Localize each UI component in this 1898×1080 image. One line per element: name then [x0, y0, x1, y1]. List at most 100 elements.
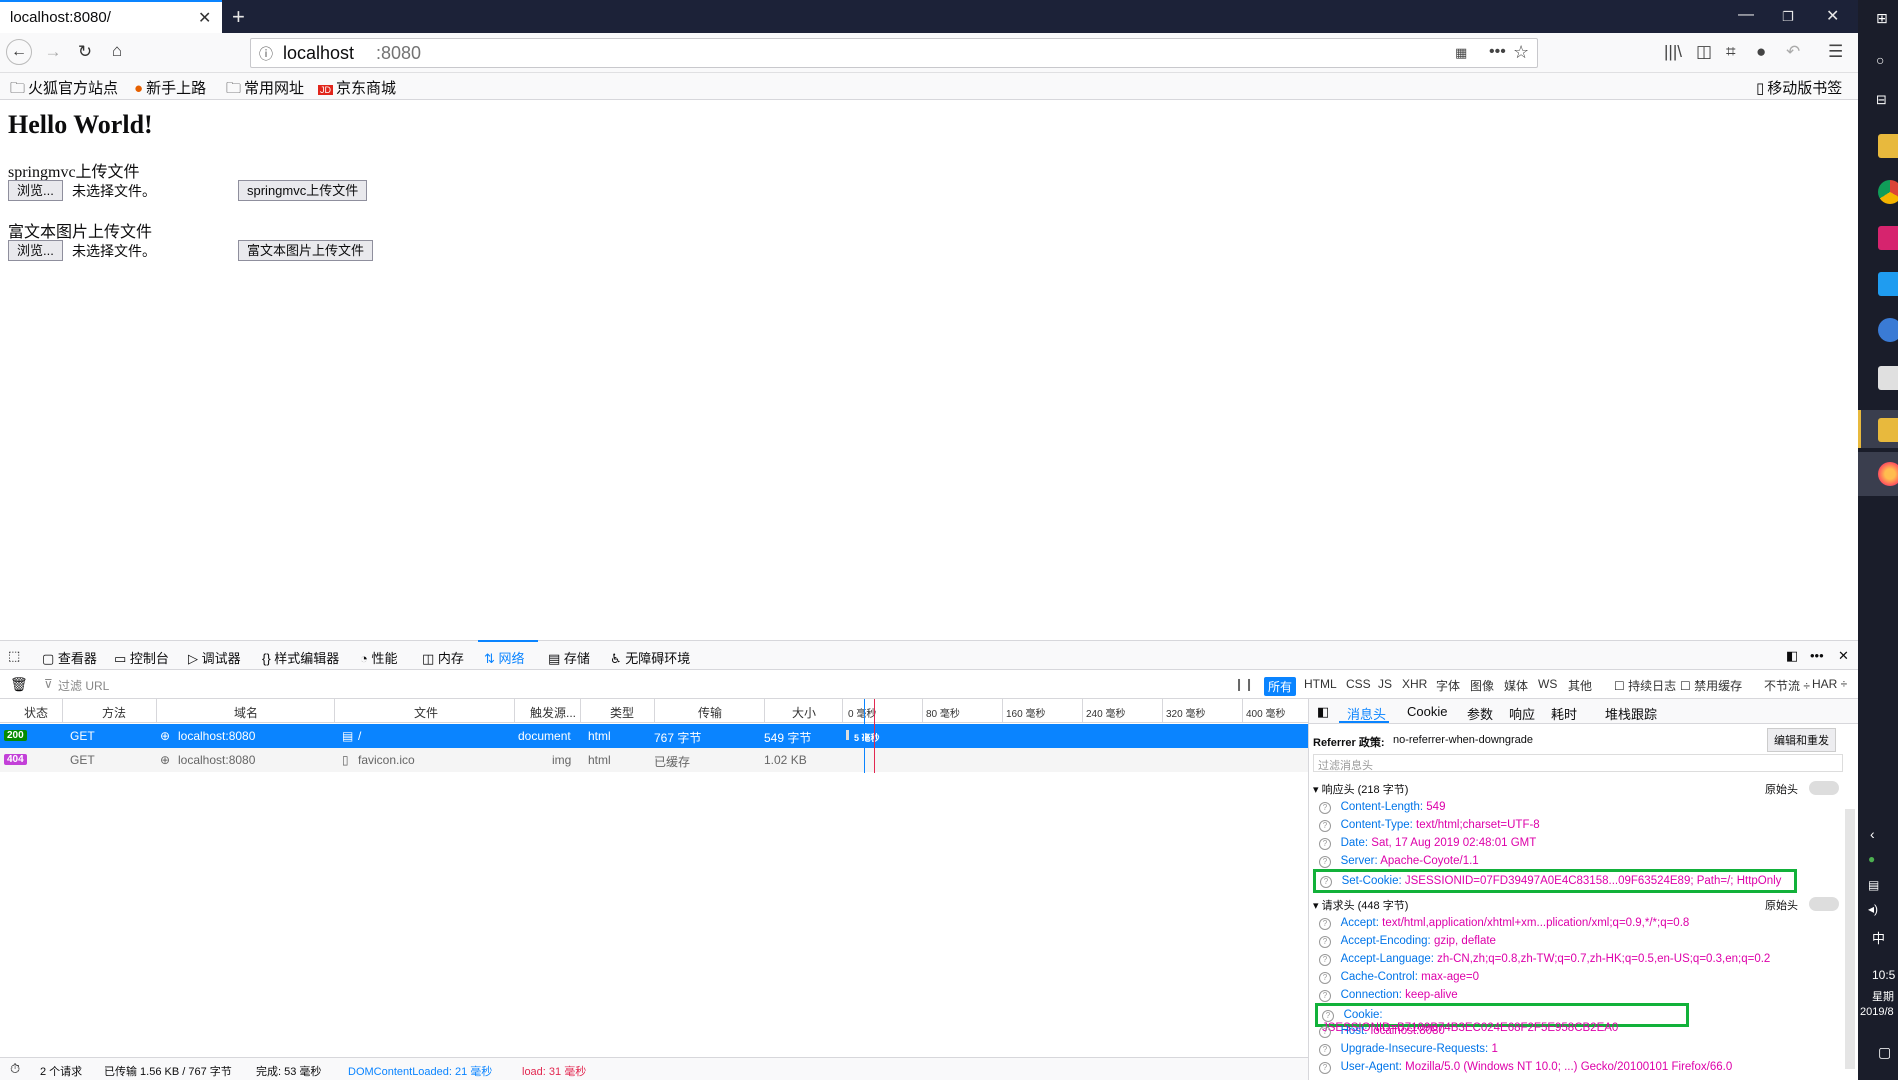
windows-start-icon[interactable]: ⊞: [1876, 10, 1888, 27]
tab-inspector[interactable]: ▢ 查看器: [42, 648, 97, 667]
mobile-bookmarks[interactable]: ▯ 移动版书签: [1756, 77, 1842, 98]
sidebar-icon[interactable]: ◫: [1696, 42, 1712, 62]
vscode-icon[interactable]: [1878, 272, 1898, 296]
help-icon[interactable]: ?: [1319, 936, 1331, 948]
response-headers-section[interactable]: ▾ 响应头 (218 字节): [1313, 781, 1408, 797]
filter-fonts[interactable]: 字体: [1436, 677, 1460, 694]
back-icon[interactable]: ←: [6, 39, 32, 65]
details-scrollbar[interactable]: [1845, 809, 1855, 1069]
close-window-icon[interactable]: ✕: [1826, 6, 1839, 26]
info-icon[interactable]: ⓘ: [259, 44, 273, 64]
request-row[interactable]: 200 GET ⊕ localhost:8080 ▤ / document ht…: [0, 724, 1308, 748]
col-domain[interactable]: 域名: [234, 704, 258, 721]
home-icon[interactable]: ⌂: [104, 41, 130, 61]
har-menu[interactable]: HAR ÷: [1812, 677, 1847, 691]
browser-app-icon[interactable]: [1878, 318, 1898, 342]
upload-button-springmvc[interactable]: springmvc上传文件: [238, 180, 368, 201]
tab-timings[interactable]: 耗时: [1551, 704, 1577, 723]
request-row[interactable]: 404 GET ⊕ localhost:8080 ▯ favicon.ico i…: [0, 748, 1308, 772]
col-method[interactable]: 方法: [102, 704, 126, 721]
file-explorer-icon[interactable]: [1878, 134, 1898, 158]
tab-stack-trace[interactable]: 堆栈跟踪: [1605, 704, 1657, 723]
forward-icon[interactable]: →: [40, 42, 66, 62]
tab-response[interactable]: 响应: [1509, 704, 1535, 723]
minimize-icon[interactable]: —: [1738, 6, 1754, 24]
close-devtools-icon[interactable]: ✕: [1838, 648, 1849, 664]
chat-icon[interactable]: ●: [1756, 42, 1766, 62]
upload-button-richtext[interactable]: 富文本图片上传文件: [238, 240, 374, 261]
col-size[interactable]: 大小: [792, 704, 816, 721]
help-icon[interactable]: ?: [1319, 820, 1331, 832]
wechat-tray-icon[interactable]: ●: [1868, 852, 1875, 866]
element-picker-icon[interactable]: ⬚: [8, 648, 20, 664]
help-icon[interactable]: ?: [1319, 954, 1331, 966]
filter-js[interactable]: JS: [1378, 677, 1392, 691]
filter-other[interactable]: 其他: [1568, 677, 1592, 694]
filter-images[interactable]: 图像: [1470, 677, 1494, 694]
bookmark-star-icon[interactable]: ☆: [1513, 42, 1529, 63]
toggle-sidebar-icon[interactable]: ◧: [1317, 704, 1329, 720]
col-transferred[interactable]: 传输: [698, 704, 722, 721]
filter-ws[interactable]: WS: [1538, 677, 1557, 691]
screenshot-icon[interactable]: ⌗: [1726, 42, 1736, 62]
col-type[interactable]: 类型: [610, 704, 634, 721]
qr-code-icon[interactable]: ▦: [1455, 45, 1467, 61]
col-status[interactable]: 状态: [24, 704, 48, 721]
cortana-icon[interactable]: ○: [1876, 52, 1884, 68]
request-headers-section[interactable]: ▾ 请求头 (448 字节): [1313, 897, 1408, 913]
devtools-menu-icon[interactable]: •••: [1810, 648, 1824, 663]
filter-headers-input[interactable]: 过滤消息头: [1313, 754, 1843, 772]
trash-icon[interactable]: 🗑: [10, 676, 28, 693]
action-center-icon[interactable]: ▢: [1878, 1044, 1891, 1061]
url-bar[interactable]: ⓘ localhost :8080 ▦ ••• ☆: [250, 38, 1538, 68]
new-tab-icon[interactable]: +: [232, 4, 245, 30]
help-icon[interactable]: ?: [1319, 1044, 1331, 1056]
browse-button-2[interactable]: 浏览...: [8, 240, 63, 261]
tab-debugger[interactable]: ▷ 调试器: [188, 648, 241, 667]
reload-icon[interactable]: ↻: [72, 42, 98, 62]
chevron-up-icon[interactable]: ‹: [1870, 826, 1875, 842]
tab-storage[interactable]: ▤ 存储: [548, 648, 590, 667]
throttle-select[interactable]: 不节流 ÷: [1764, 677, 1810, 694]
help-icon[interactable]: ?: [1319, 856, 1331, 868]
help-icon[interactable]: ?: [1319, 990, 1331, 1002]
close-tab-icon[interactable]: ✕: [198, 8, 211, 28]
chrome-icon[interactable]: [1878, 180, 1898, 204]
edit-resend-button[interactable]: 编辑和重发: [1767, 728, 1836, 752]
tab-memory[interactable]: ◫ 内存: [422, 648, 464, 667]
help-icon[interactable]: ?: [1322, 1010, 1334, 1022]
disable-cache-checkbox[interactable]: ☐ 禁用缓存: [1680, 677, 1742, 694]
filter-html[interactable]: HTML: [1304, 677, 1337, 691]
persist-log-checkbox[interactable]: ☐ 持续日志: [1614, 677, 1676, 694]
network-tray-icon[interactable]: ▤: [1868, 878, 1879, 892]
tab-network[interactable]: ⇅ 网络: [484, 648, 525, 667]
filter-all[interactable]: 所有: [1264, 677, 1297, 696]
menu-icon[interactable]: ☰: [1828, 42, 1843, 62]
col-cause[interactable]: 触发源...: [530, 704, 576, 721]
tab-style-editor[interactable]: {} 样式编辑器: [262, 648, 339, 667]
dock-icon[interactable]: ◧: [1786, 648, 1798, 664]
filter-css[interactable]: CSS: [1346, 677, 1371, 691]
filter-xhr[interactable]: XHR: [1402, 677, 1427, 691]
task-view-icon[interactable]: ⊟: [1876, 92, 1887, 108]
undo-icon[interactable]: ↶: [1786, 42, 1800, 62]
help-icon[interactable]: ?: [1319, 802, 1331, 814]
browser-tab[interactable]: localhost:8080/ ✕: [0, 0, 222, 33]
page-actions-icon[interactable]: •••: [1489, 43, 1506, 61]
raw-headers-toggle[interactable]: [1809, 781, 1839, 795]
col-file[interactable]: 文件: [414, 704, 438, 721]
ime-indicator[interactable]: 中: [1872, 928, 1885, 947]
firefox-taskbar-icon[interactable]: [1878, 462, 1898, 486]
tab-accessibility[interactable]: ♿ 无障碍环境: [610, 648, 690, 667]
help-icon[interactable]: ?: [1319, 838, 1331, 850]
restore-icon[interactable]: ❐: [1782, 9, 1794, 25]
help-icon[interactable]: ?: [1320, 876, 1332, 888]
pause-icon[interactable]: ❙❙: [1234, 677, 1254, 691]
filter-url-input[interactable]: 过滤 URL: [58, 677, 109, 694]
raw-headers-toggle[interactable]: [1809, 897, 1839, 911]
intellij-icon[interactable]: [1878, 226, 1898, 250]
help-icon[interactable]: ?: [1319, 1062, 1331, 1074]
tab-performance[interactable]: ◔ 性能: [360, 648, 397, 667]
library-icon[interactable]: |||\: [1664, 42, 1682, 62]
tab-console[interactable]: ▭ 控制台: [114, 648, 169, 667]
